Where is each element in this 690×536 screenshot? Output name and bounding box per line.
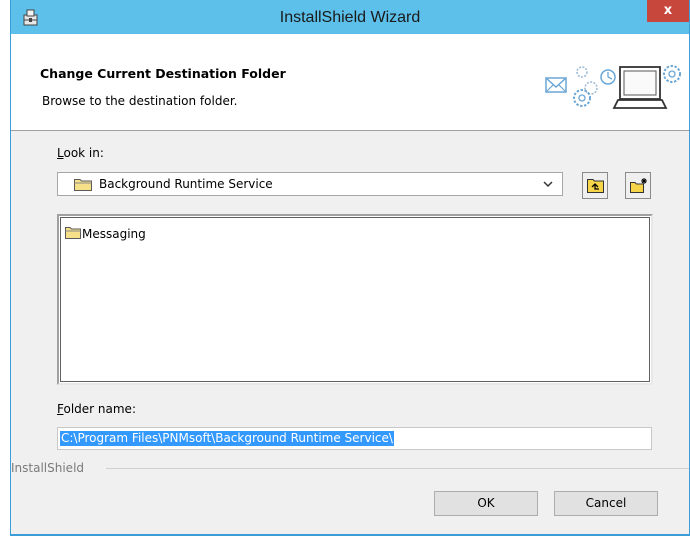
cancel-button[interactable]: Cancel <box>554 491 658 516</box>
ok-button[interactable]: OK <box>434 491 538 516</box>
new-folder-button[interactable] <box>625 172 651 199</box>
folder-name-value: C:\Program Files\PNMsoft\Background Runt… <box>60 431 394 446</box>
title-bar[interactable]: InstallShield Wizard x <box>11 0 689 34</box>
list-item-label: Messaging <box>82 227 146 241</box>
folder-name-label: Folder name: <box>57 402 136 416</box>
chevron-down-icon[interactable] <box>542 178 554 190</box>
page-title: Change Current Destination Folder <box>40 66 286 81</box>
window-title: InstallShield Wizard <box>279 9 421 26</box>
divider <box>106 468 689 469</box>
installshield-dialog: InstallShield Wizard x Change Current De… <box>10 0 690 536</box>
folder-icon <box>65 227 81 239</box>
folder-list[interactable]: Messaging <box>57 214 653 385</box>
close-button[interactable]: x <box>647 0 689 22</box>
look-in-label: Look in: <box>57 146 104 160</box>
page-subtitle: Browse to the destination folder. <box>42 94 238 108</box>
new-folder-icon <box>630 178 647 193</box>
folder-name-input[interactable]: C:\Program Files\PNMsoft\Background Runt… <box>57 427 652 450</box>
up-one-level-button[interactable] <box>582 172 608 199</box>
installshield-group-label: InstallShield <box>11 461 85 475</box>
look-in-selected-value: Background Runtime Service <box>99 177 273 191</box>
look-in-select[interactable]: Background Runtime Service <box>57 172 563 196</box>
folder-icon <box>74 179 92 191</box>
computer-gears-envelope-icon <box>545 65 681 109</box>
up-one-level-icon <box>587 179 604 193</box>
header-panel: Change Current Destination Folder Browse… <box>11 34 689 131</box>
